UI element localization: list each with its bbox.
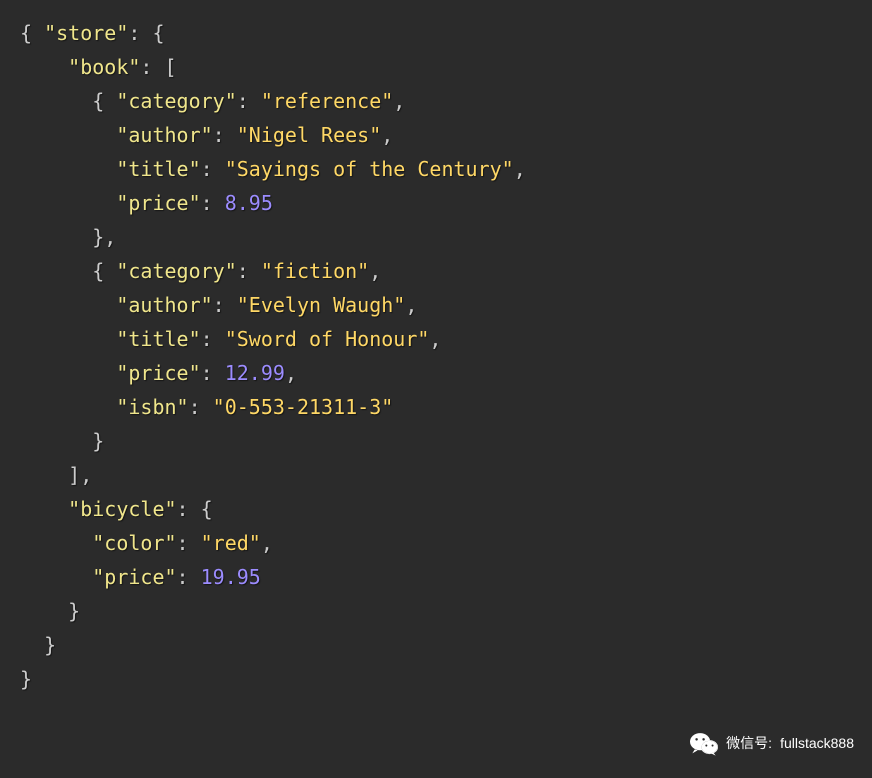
json-key: "author" (116, 123, 212, 147)
json-key: "book" (68, 55, 140, 79)
json-number: 12.99 (225, 361, 285, 385)
wechat-icon (690, 732, 718, 756)
json-key: "price" (92, 565, 176, 589)
json-number: 19.95 (201, 565, 261, 589)
json-number: 8.95 (225, 191, 273, 215)
json-key: "title" (116, 157, 200, 181)
code-block: { "store": { "book": [ { "category": "re… (20, 16, 852, 696)
json-key: "price" (116, 191, 200, 215)
json-key: "price" (116, 361, 200, 385)
json-string: "Nigel Rees" (237, 123, 382, 147)
watermark-label: 微信号: (726, 732, 772, 756)
json-key: "bicycle" (68, 497, 176, 521)
json-key: "category" (116, 89, 236, 113)
watermark-account: fullstack888 (780, 732, 854, 756)
json-string: "Evelyn Waugh" (237, 293, 406, 317)
watermark: 微信号: fullstack888 (690, 732, 854, 756)
json-key: "title" (116, 327, 200, 351)
json-string: "Sayings of the Century" (225, 157, 514, 181)
json-key: "color" (92, 531, 176, 555)
json-key: "category" (116, 259, 236, 283)
json-key: "isbn" (116, 395, 188, 419)
json-string: "reference" (261, 89, 393, 113)
json-key: "author" (116, 293, 212, 317)
json-string: "0-553-21311-3" (213, 395, 394, 419)
json-string: "red" (201, 531, 261, 555)
json-string: "Sword of Honour" (225, 327, 430, 351)
json-string: "fiction" (261, 259, 369, 283)
json-key: "store" (44, 21, 128, 45)
